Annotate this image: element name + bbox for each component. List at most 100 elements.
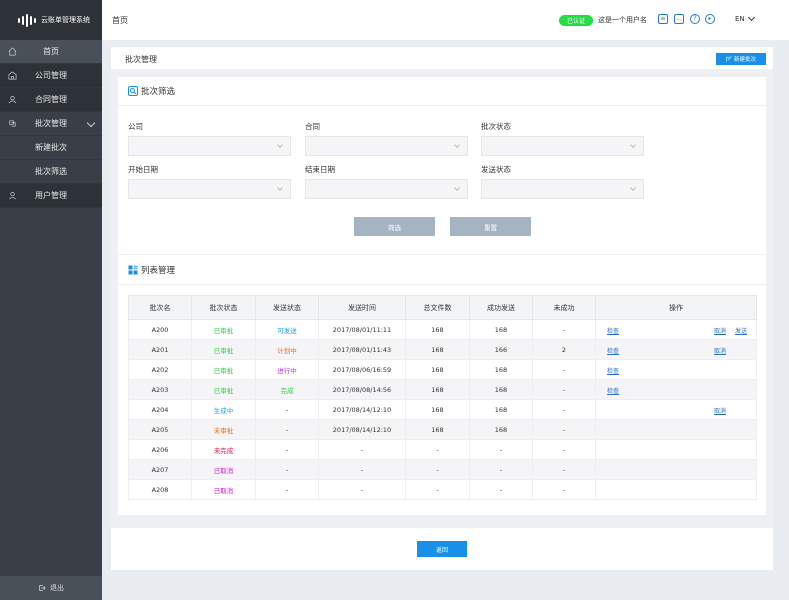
- cell-send: -: [255, 439, 319, 460]
- contract-select[interactable]: [305, 136, 468, 156]
- home-icon: [8, 47, 17, 56]
- cell-status: 未审批: [191, 419, 256, 440]
- cell-name: A203: [128, 379, 192, 400]
- cell-status: 已取消: [191, 479, 256, 500]
- batch-status-select[interactable]: [481, 136, 644, 156]
- action-link[interactable]: 取消: [714, 346, 726, 355]
- cell-send: 可发送: [255, 319, 319, 340]
- chevron-down-icon: [277, 185, 283, 191]
- cell-failed: -: [532, 359, 596, 380]
- send-status-label: 发送状态: [481, 165, 511, 174]
- action-link[interactable]: 检查: [607, 366, 619, 375]
- action-link[interactable]: 检查: [607, 326, 619, 335]
- action-link[interactable]: 取消: [714, 406, 726, 415]
- column-header: 未成功: [532, 295, 596, 320]
- divider: [118, 105, 766, 106]
- cell-success: 166: [469, 339, 533, 360]
- cell-name: A206: [128, 439, 192, 460]
- company-select[interactable]: [128, 136, 291, 156]
- help-icon[interactable]: ?: [690, 14, 700, 24]
- company-label: 公司: [128, 122, 143, 131]
- cell-failed: -: [532, 379, 596, 400]
- table-row: A206 未完成 - - - - -: [128, 439, 757, 460]
- cell-time: -: [318, 439, 406, 460]
- cell-total: -: [405, 439, 470, 460]
- chevron-down-icon: [454, 185, 460, 191]
- cell-name: A205: [128, 419, 192, 440]
- new-batch-button[interactable]: 新建批次: [716, 53, 766, 65]
- start-date-select[interactable]: [128, 179, 291, 199]
- cell-status: 已审批: [191, 359, 256, 380]
- divider: [118, 284, 766, 285]
- cell-success: 168: [469, 399, 533, 420]
- action-link[interactable]: 取消: [714, 326, 726, 335]
- table-row: A201 已审批 计划中 2017/08/01/11:43 168 166 2 检查 取消: [128, 339, 757, 360]
- list-section-title: 列表管理: [128, 264, 175, 276]
- cell-send: -: [255, 419, 319, 440]
- footer-bar: 返回: [111, 528, 773, 570]
- sidebar-item-home[interactable]: 首页: [0, 40, 102, 64]
- chevron-down-icon: [630, 185, 636, 191]
- cell-total: -: [405, 479, 470, 500]
- table-row: A207 已取消 - - - - -: [128, 459, 757, 480]
- main-content: 批次筛选 公司 合同 批次状态 开始日期 结束日期 发送状态 筛选 重置 列表管…: [111, 69, 773, 528]
- sidebar-item-new-batch[interactable]: 新建批次: [0, 136, 102, 160]
- username[interactable]: 这是一个用户名: [598, 15, 647, 25]
- chevron-down-icon: [454, 142, 460, 148]
- chevron-down-icon[interactable]: [747, 13, 756, 22]
- cell-actions: [595, 439, 757, 460]
- send-status-select[interactable]: [481, 179, 644, 199]
- cell-actions: 取消: [595, 399, 757, 420]
- cell-actions: 检查: [595, 379, 757, 400]
- app-logo: 云账单管理系统: [0, 0, 102, 40]
- person-icon: [9, 191, 16, 200]
- cell-actions: [595, 479, 757, 500]
- action-link[interactable]: 检查: [607, 346, 619, 355]
- sidebar-item-users[interactable]: 用户管理: [0, 184, 102, 208]
- column-header: 批次状态: [191, 295, 256, 320]
- breadcrumb[interactable]: 首页: [112, 15, 128, 26]
- table-row: A204 生成中 -2017/08/14/12:10 168 168- 取消: [128, 399, 757, 420]
- cell-total: 168: [405, 399, 470, 420]
- message-icon[interactable]: …: [674, 14, 684, 24]
- back-button[interactable]: 返回: [417, 541, 467, 557]
- table-header-row: 批次名 批次状态 发送状态 发送时间 总文件数 成功发送 未成功 操作: [128, 295, 757, 320]
- action-link[interactable]: 发送: [735, 326, 747, 335]
- cell-send: 计划中: [255, 339, 319, 360]
- sidebar-item-batch[interactable]: 批次管理: [0, 112, 102, 136]
- cell-failed: -: [532, 319, 596, 340]
- document-icon[interactable]: ≡: [658, 14, 668, 24]
- cell-success: 168: [469, 419, 533, 440]
- app-title: 云账单管理系统: [41, 16, 90, 24]
- cell-send: 进行中: [255, 359, 319, 380]
- action-link[interactable]: 检查: [607, 386, 619, 395]
- sidebar-item-label: 公司管理: [35, 71, 67, 80]
- sidebar-item-batch-filter[interactable]: 批次筛选: [0, 160, 102, 184]
- play-icon[interactable]: ▸: [705, 14, 715, 24]
- cell-failed: -: [532, 419, 596, 440]
- cell-status: 已审批: [191, 339, 256, 360]
- logout-button[interactable]: 退出: [0, 576, 102, 600]
- end-date-label: 结束日期: [305, 165, 335, 174]
- reset-button-label: 重置: [484, 223, 497, 232]
- column-header: 发送时间: [318, 295, 406, 320]
- end-date-select[interactable]: [305, 179, 468, 199]
- language-selector[interactable]: EN: [735, 15, 745, 23]
- cell-status: 已审批: [191, 319, 256, 340]
- cell-time: 2017/08/14/12:10: [318, 419, 406, 440]
- cell-total: 168: [405, 319, 470, 340]
- cell-failed: 2: [532, 339, 596, 360]
- cell-total: 168: [405, 339, 470, 360]
- cell-send: 完成: [255, 379, 319, 400]
- verified-badge: 已认证: [559, 15, 593, 26]
- sidebar-item-contract[interactable]: 合同管理: [0, 88, 102, 112]
- new-batch-label: 新建批次: [733, 57, 756, 63]
- sidebar-item-company[interactable]: 公司管理: [0, 64, 102, 88]
- list-title: 列表管理: [141, 266, 176, 276]
- reset-button[interactable]: 重置: [450, 217, 531, 236]
- user-icon: [8, 95, 17, 104]
- sidebar-item-label: 批次管理: [35, 119, 67, 128]
- cell-failed: -: [532, 459, 596, 480]
- cell-total: 168: [405, 419, 470, 440]
- filter-button[interactable]: 筛选: [354, 217, 435, 236]
